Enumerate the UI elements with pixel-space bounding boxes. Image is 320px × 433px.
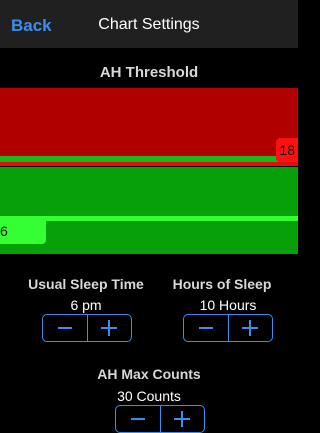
hours-of-sleep-value: 10 Hours: [199, 297, 257, 313]
ah-max-counts-decrement-button[interactable]: [116, 406, 161, 432]
threshold-section-title: AH Threshold: [99, 64, 199, 81]
page-title: Chart Settings: [98, 16, 200, 33]
minus-icon: [130, 418, 145, 420]
threshold-chart: 18 6: [0, 88, 298, 254]
sleep-time-stepper: [42, 314, 132, 342]
sleep-time-value: 6 pm: [70, 297, 102, 313]
plus-icon: [242, 320, 259, 336]
ah-max-counts-value: 30 Counts: [117, 388, 181, 404]
ah-max-counts-label: AH Max Counts: [97, 366, 201, 382]
hours-of-sleep-stepper: [183, 314, 273, 342]
sleep-time-decrement-button[interactable]: [43, 315, 88, 341]
plus-icon: [101, 320, 118, 336]
ah-max-counts-increment-button[interactable]: [161, 406, 205, 432]
hours-of-sleep-label: Hours of Sleep: [172, 276, 272, 292]
upper-threshold-handle[interactable]: 18: [276, 138, 298, 162]
navigation-bar: Back Chart Settings: [0, 0, 298, 48]
hours-of-sleep-increment-button[interactable]: [229, 315, 273, 341]
minus-icon: [57, 327, 72, 329]
upper-threshold-zone: [0, 88, 298, 158]
sleep-time-label: Usual Sleep Time: [28, 276, 144, 292]
lower-threshold-handle[interactable]: 6: [0, 218, 46, 244]
minus-icon: [198, 327, 213, 329]
sleep-time-increment-button[interactable]: [88, 315, 132, 341]
hours-of-sleep-decrement-button[interactable]: [184, 315, 229, 341]
plus-icon: [174, 411, 191, 427]
upper-threshold-divider: [0, 162, 298, 166]
ah-max-counts-stepper: [115, 405, 205, 433]
